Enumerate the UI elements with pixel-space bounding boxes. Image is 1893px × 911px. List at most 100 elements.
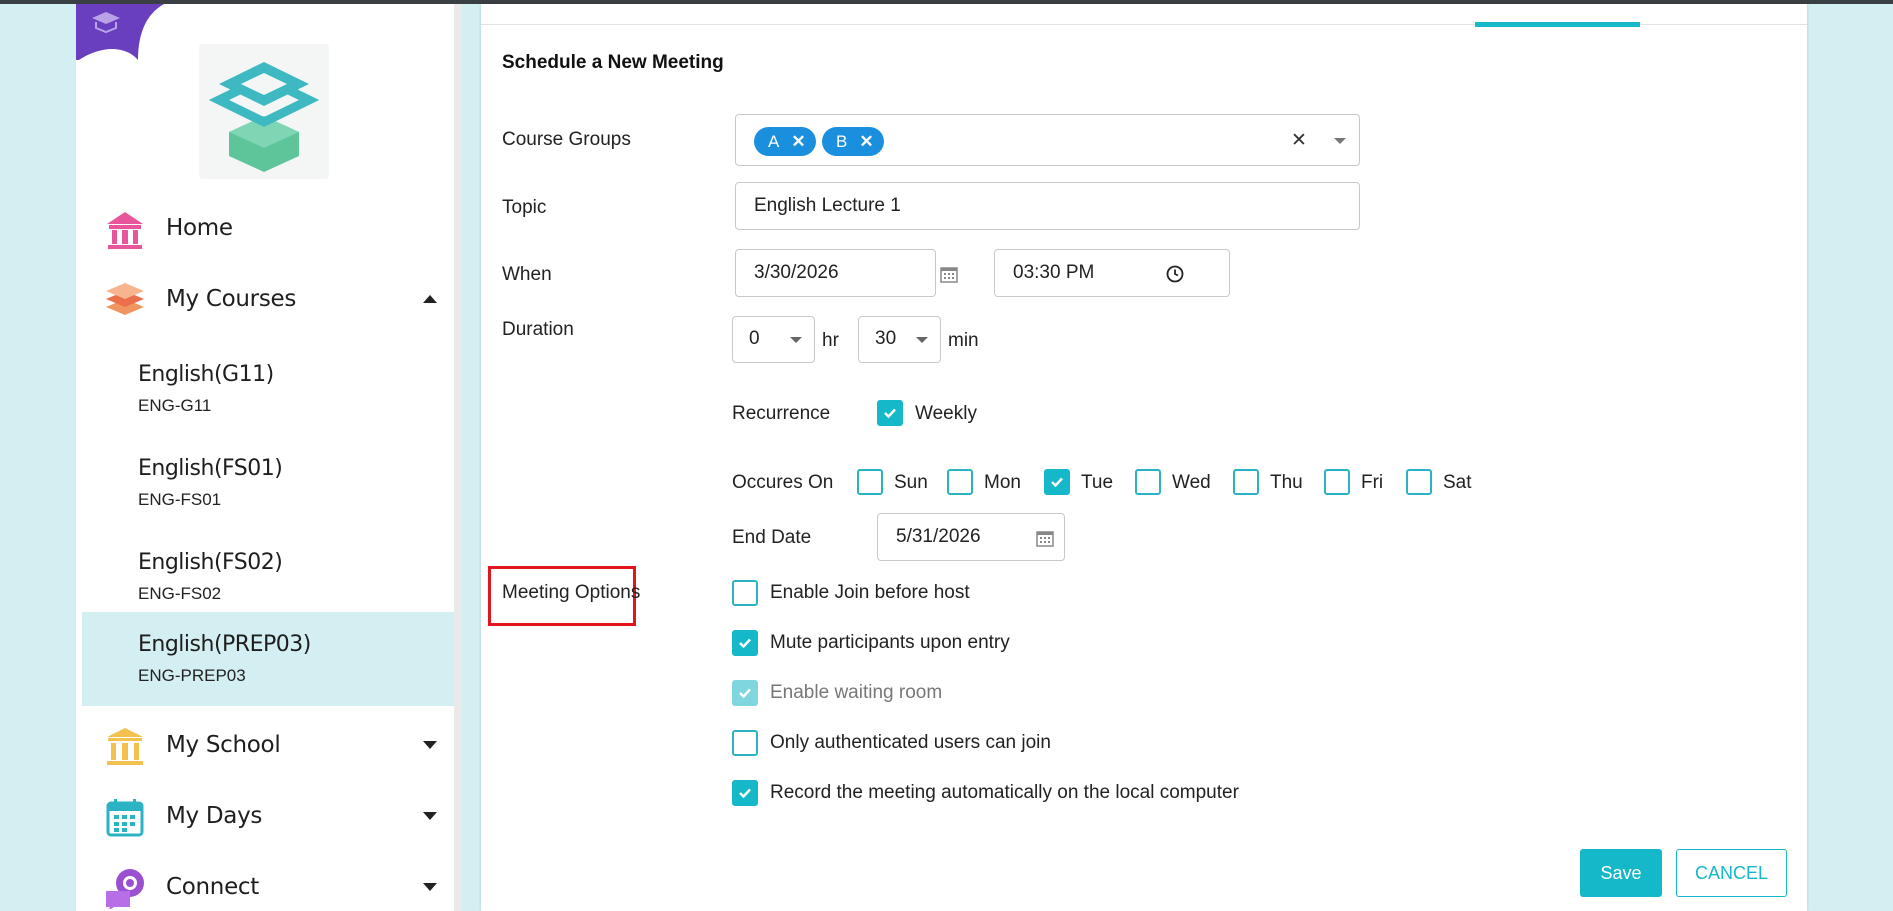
page-title: Schedule a New Meeting (502, 52, 724, 73)
course-name: English(FS02) (138, 550, 283, 575)
active-tab-indicator (1475, 22, 1640, 27)
duration-minutes-select[interactable]: 30 (858, 316, 941, 363)
sidebar-scrollbar[interactable] (454, 4, 462, 911)
checkmark-icon (739, 788, 751, 799)
time-input[interactable]: 03:30 PM (994, 249, 1230, 297)
chip-label: B (836, 131, 848, 151)
course-name: English(PREP03) (138, 632, 311, 657)
time-value: 03:30 PM (1013, 262, 1095, 283)
chip-label: A (768, 131, 780, 151)
course-groups-multiselect[interactable]: A ✕ B ✕ ✕ (735, 114, 1360, 166)
option-label: Enable Join before host (770, 582, 970, 603)
clock-icon[interactable] (1166, 265, 1184, 283)
nav-connect-label: Connect (166, 874, 259, 900)
recurrence-label: Recurrence (732, 403, 831, 424)
join-before-host-checkbox[interactable] (732, 580, 758, 606)
nav-my-school[interactable]: My School (76, 715, 461, 775)
day-label: Sun (894, 472, 928, 493)
mute-participants-checkbox[interactable] (732, 630, 758, 656)
course-code: ENG-FS01 (138, 490, 222, 509)
caret-down-icon[interactable] (423, 883, 437, 891)
checkmark-icon (739, 688, 751, 699)
nav-my-school-label: My School (166, 732, 281, 758)
nav-my-courses[interactable]: My Courses (76, 269, 461, 329)
topic-label: Topic (502, 197, 547, 218)
record-locally-checkbox[interactable] (732, 780, 758, 806)
day-checkbox-wed[interactable] (1135, 469, 1161, 495)
day-label: Wed (1172, 472, 1211, 493)
schedule-meeting-panel: Schedule a New Meeting Course Groups A ✕… (481, 4, 1807, 911)
topic-value: English Lecture 1 (754, 195, 901, 216)
date-value: 3/30/2026 (754, 262, 839, 283)
option-label: Mute participants upon entry (770, 632, 1010, 653)
nav-my-days[interactable]: My Days (76, 786, 461, 846)
course-name: English(G11) (138, 362, 274, 387)
meeting-options-label: Meeting Options (502, 582, 641, 603)
day-checkbox-mon[interactable] (947, 469, 973, 495)
day-label: Fri (1361, 472, 1384, 493)
day-checkbox-sat[interactable] (1406, 469, 1432, 495)
nav-my-days-label: My Days (166, 803, 263, 829)
corner-badge-icon (76, 4, 164, 60)
hr-unit: hr (822, 330, 839, 351)
hours-value: 0 (749, 328, 760, 349)
course-groups-label: Course Groups (502, 129, 631, 150)
chip-remove-icon[interactable]: ✕ (791, 132, 805, 152)
caret-down-icon[interactable] (423, 812, 437, 820)
school-building-icon (107, 728, 143, 765)
option-label: Record the meeting automatically on the … (770, 782, 1239, 803)
when-label: When (502, 264, 552, 285)
calendar-icon[interactable] (940, 265, 958, 283)
course-code: ENG-PREP03 (138, 666, 246, 685)
day-checkbox-fri[interactable] (1324, 469, 1350, 495)
sidebar: Home My Courses English(G11) ENG-G11 Eng… (76, 4, 461, 911)
day-checkbox-thu[interactable] (1233, 469, 1259, 495)
day-label: Tue (1081, 472, 1114, 493)
end-date-value: 5/31/2026 (896, 526, 981, 547)
books-icon (106, 283, 144, 315)
day-label: Sat (1443, 472, 1472, 493)
nav-my-courses-label: My Courses (166, 286, 297, 312)
minutes-value: 30 (875, 328, 897, 349)
nav-connect[interactable]: Connect (76, 857, 461, 911)
weekly-label: Weekly (915, 403, 977, 424)
chat-bubbles-icon (106, 869, 144, 909)
caret-down-icon[interactable] (423, 741, 437, 749)
topic-input[interactable]: English Lecture 1 (735, 182, 1360, 230)
course-name: English(FS01) (138, 456, 283, 481)
chip-group-b[interactable]: B ✕ (822, 127, 884, 156)
date-input[interactable]: 3/30/2026 (735, 249, 958, 297)
caret-up-icon[interactable] (423, 295, 437, 303)
day-label: Mon (984, 472, 1021, 493)
authenticated-users-checkbox[interactable] (732, 730, 758, 756)
home-icon (107, 212, 143, 249)
course-item[interactable]: English(FS02) ENG-FS02 (82, 530, 456, 624)
cancel-button[interactable]: CANCEL (1676, 849, 1787, 897)
chip-remove-icon[interactable]: ✕ (859, 132, 873, 152)
day-checkbox-tue[interactable] (1044, 469, 1070, 495)
chip-group-a[interactable]: A ✕ (754, 127, 816, 156)
clear-all-icon[interactable]: ✕ (1291, 129, 1307, 152)
checkmark-icon (1051, 477, 1063, 488)
option-label: Enable waiting room (770, 682, 943, 703)
save-button[interactable]: Save (1580, 849, 1662, 897)
end-date-input[interactable]: 5/31/2026 (877, 513, 1065, 561)
checkmark-icon (739, 638, 751, 649)
checkmark-icon (884, 408, 896, 419)
dropdown-arrow-icon[interactable] (1334, 138, 1346, 144)
occurs-on-label: Occures On (732, 472, 834, 493)
course-item-active[interactable]: English(PREP03) ENG-PREP03 (82, 612, 456, 706)
nav-home-label: Home (166, 215, 233, 241)
duration-hours-select[interactable]: 0 (732, 316, 815, 363)
school-logo (199, 44, 329, 179)
calendar-icon[interactable] (1036, 529, 1054, 547)
weekly-checkbox[interactable] (877, 400, 903, 426)
course-item[interactable]: English(G11) ENG-G11 (82, 342, 456, 436)
min-unit: min (948, 330, 979, 351)
day-label: Thu (1270, 472, 1303, 493)
course-code: ENG-FS02 (138, 584, 222, 603)
nav-home[interactable]: Home (76, 198, 461, 258)
calendar-icon (106, 799, 144, 837)
course-item[interactable]: English(FS01) ENG-FS01 (82, 436, 456, 530)
day-checkbox-sun[interactable] (857, 469, 883, 495)
